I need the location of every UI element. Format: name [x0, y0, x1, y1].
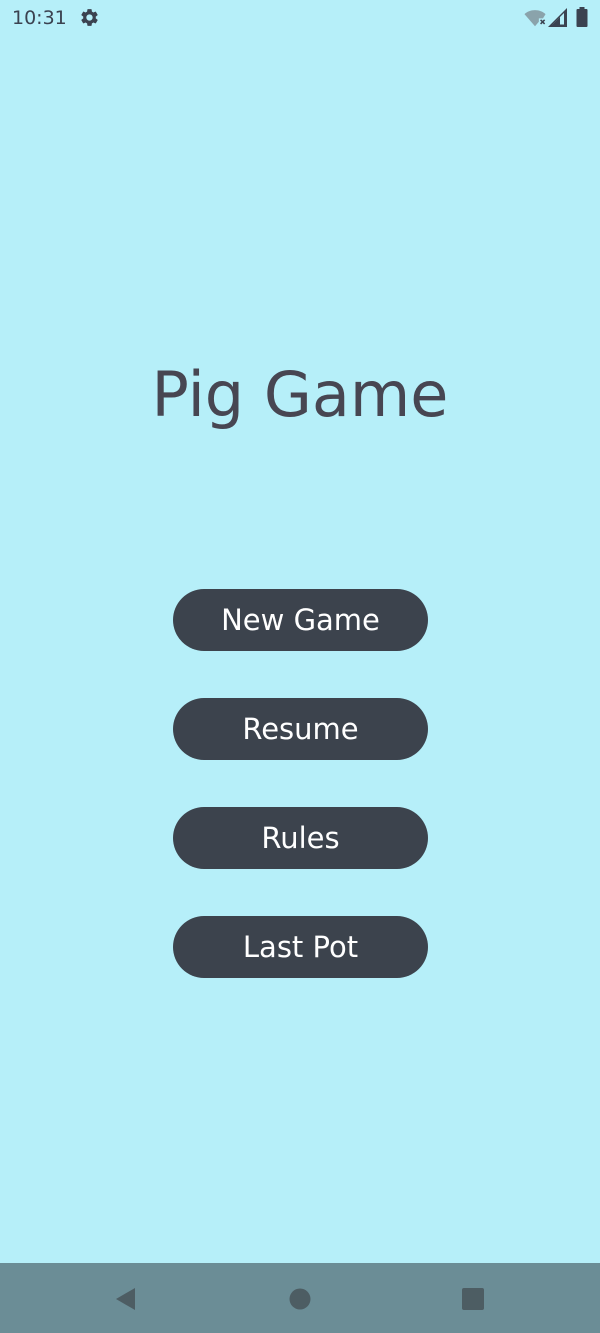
status-bar: 10:31 [0, 0, 600, 36]
main-menu-screen: 10:31 Pig Game New Game Resume Rules Las… [0, 0, 600, 1333]
home-icon[interactable] [288, 1287, 312, 1311]
wifi-off-icon [524, 10, 546, 27]
new-game-button[interactable]: New Game [173, 589, 428, 651]
recents-icon[interactable] [461, 1287, 485, 1311]
resume-button[interactable]: Resume [173, 698, 428, 760]
gear-icon [81, 9, 98, 26]
back-icon[interactable] [114, 1287, 138, 1311]
status-time: 10:31 [12, 7, 67, 29]
cell-signal-icon [548, 8, 567, 27]
navigation-bar [0, 1263, 600, 1333]
battery-icon [576, 7, 588, 27]
rules-button[interactable]: Rules [173, 807, 428, 869]
last-pot-button[interactable]: Last Pot [173, 916, 428, 978]
app-title: Pig Game [151, 358, 449, 431]
